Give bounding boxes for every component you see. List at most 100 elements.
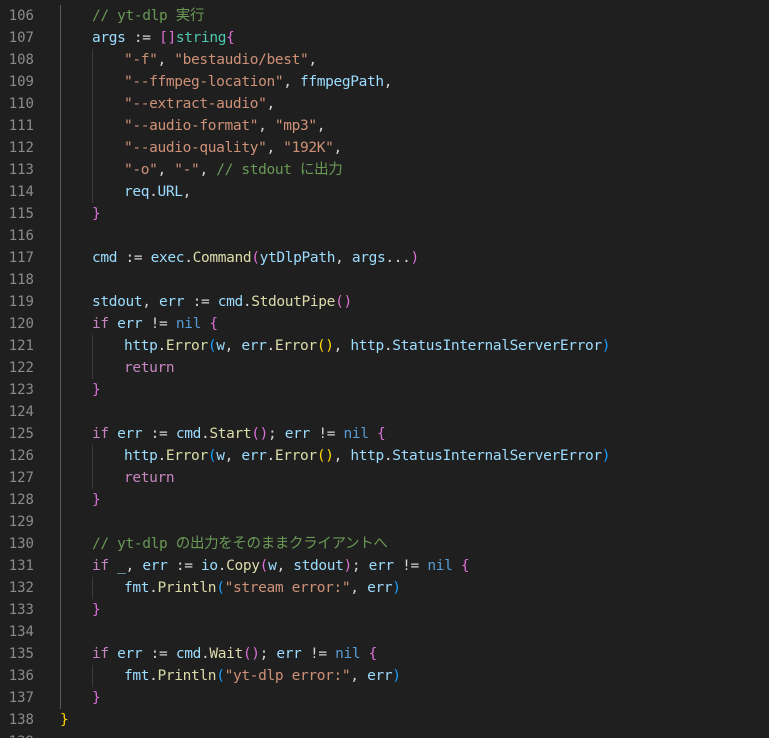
line-number: 133: [8, 602, 34, 618]
code-text[interactable]: "-o", "-", // stdout に出力: [124, 159, 343, 181]
code-text[interactable]: fmt.Println("stream error:", err): [124, 577, 401, 599]
code-text[interactable]: "-f", "bestaudio/best",: [124, 49, 317, 71]
token-br1: (): [316, 448, 334, 464]
code-text[interactable]: http.Error(w, err.Error(), http.StatusIn…: [124, 335, 611, 357]
code-text[interactable]: http.Error(w, err.Error(), http.StatusIn…: [124, 445, 611, 467]
code-text[interactable]: }: [92, 687, 101, 709]
token-op: .: [149, 184, 158, 200]
code-line[interactable]: 129: [0, 511, 769, 533]
code-line[interactable]: 120 if err != nil {: [0, 313, 769, 335]
line-number: 135: [8, 646, 34, 662]
token-func: Error: [165, 338, 208, 354]
code-text[interactable]: return: [124, 467, 175, 489]
code-text[interactable]: if err := cmd.Start(); err != nil {: [92, 423, 386, 445]
code-line[interactable]: 127 return: [0, 467, 769, 489]
line-number: 134: [8, 624, 34, 640]
code-line[interactable]: 136 fmt.Println("yt-dlp error:", err): [0, 665, 769, 687]
code-text[interactable]: if err != nil {: [92, 313, 218, 335]
code-line[interactable]: 137}: [0, 687, 769, 709]
code-text[interactable]: // yt-dlp 実行: [92, 5, 204, 27]
code-line[interactable]: 108 "-f", "bestaudio/best",: [0, 49, 769, 71]
code-text[interactable]: args := []string{: [92, 27, 235, 49]
code-line[interactable]: 138}: [0, 709, 769, 731]
token-func: Error: [274, 338, 317, 354]
token-op: :=: [142, 426, 176, 442]
code-text[interactable]: cmd := exec.Command(ytDlpPath, args...): [92, 247, 419, 269]
line-number: 132: [8, 580, 34, 596]
token-var: http: [350, 338, 384, 354]
code-line[interactable]: 134: [0, 621, 769, 643]
code-line[interactable]: 110 "--extract-audio",: [0, 93, 769, 115]
token-br2: (): [335, 294, 352, 310]
token-op: .: [383, 448, 393, 464]
code-line[interactable]: 133}: [0, 599, 769, 621]
code-line[interactable]: 119 stdout, err := cmd.StdoutPipe(): [0, 291, 769, 313]
token-var: cmd: [175, 646, 201, 662]
line-number: 128: [8, 492, 34, 508]
token-func: Start: [209, 426, 252, 442]
code-line[interactable]: 114 req.URL,: [0, 181, 769, 203]
token-op: ,: [224, 448, 242, 464]
code-line[interactable]: 125 if err := cmd.Start(); err != nil {: [0, 423, 769, 445]
code-line[interactable]: 117 cmd := exec.Command(ytDlpPath, args..…: [0, 247, 769, 269]
code-line[interactable]: 107 args := []string{: [0, 27, 769, 49]
code-line[interactable]: 106 // yt-dlp 実行: [0, 5, 769, 27]
code-line[interactable]: 116: [0, 225, 769, 247]
code-text[interactable]: "--ffmpeg-location", ffmpegPath,: [124, 71, 393, 93]
code-text[interactable]: req.URL,: [124, 181, 191, 203]
code-text[interactable]: fmt.Println("yt-dlp error:", err): [124, 665, 401, 687]
code-text[interactable]: if err := cmd.Wait(); err != nil {: [92, 643, 377, 665]
token-var: _: [117, 558, 126, 574]
code-text[interactable]: if _, err := io.Copy(w, stdout); err != …: [92, 555, 470, 577]
code-text[interactable]: // yt-dlp の出力をそのままクライアントへ: [92, 533, 388, 555]
token-br3: ): [601, 338, 611, 354]
code-text[interactable]: }: [60, 709, 69, 731]
token-var: fmt: [124, 580, 150, 596]
code-text[interactable]: }: [92, 599, 101, 621]
token-br2: }: [92, 382, 101, 398]
token-op: ,: [199, 162, 217, 178]
code-text[interactable]: "--audio-format", "mp3",: [124, 115, 326, 137]
code-line[interactable]: 121 http.Error(w, err.Error(), http.Statu…: [0, 335, 769, 357]
token-op: ,: [308, 52, 317, 68]
token-var: fmt: [124, 668, 150, 684]
code-line[interactable]: 132 fmt.Println("stream error:", err): [0, 577, 769, 599]
code-text[interactable]: stdout, err := cmd.StdoutPipe(): [92, 291, 352, 313]
code-text[interactable]: "--extract-audio",: [124, 93, 275, 115]
code-text[interactable]: }: [92, 489, 101, 511]
code-line[interactable]: 112 "--audio-quality", "192K",: [0, 137, 769, 159]
token-br1: (): [316, 338, 334, 354]
code-editor[interactable]: 106// yt-dlp 実行 107 args := []string{108 "-…: [0, 0, 769, 738]
code-line[interactable]: 122 return: [0, 357, 769, 379]
token-br2: {: [226, 30, 235, 46]
code-line[interactable]: 135 if err := cmd.Wait(); err != nil {: [0, 643, 769, 665]
code-line[interactable]: 113 "-o", "-", // stdout に出力: [0, 159, 769, 181]
token-var: ffmpegPath: [299, 74, 384, 90]
token-br3: (: [207, 338, 217, 354]
code-text[interactable]: }: [92, 379, 101, 401]
line-number: 107: [8, 30, 34, 46]
code-line[interactable]: 111 "--audio-format", "mp3",: [0, 115, 769, 137]
code-line[interactable]: 115}: [0, 203, 769, 225]
token-str: "bestaudio/best": [174, 52, 309, 68]
code-line[interactable]: 124: [0, 401, 769, 423]
code-line[interactable]: 109 "--ffmpeg-location", ffmpegPath,: [0, 71, 769, 93]
token-op: ,: [224, 338, 242, 354]
code-line[interactable]: 126 http.Error(w, err.Error(), http.Statu…: [0, 445, 769, 467]
token-op: :=: [184, 294, 218, 310]
token-var: StatusInternalServerError: [392, 338, 602, 354]
code-text[interactable]: }: [92, 203, 101, 225]
token-kw: if: [92, 558, 109, 574]
code-text[interactable]: return: [124, 357, 175, 379]
code-line[interactable]: 130 // yt-dlp の出力をそのままクライアントへ: [0, 533, 769, 555]
line-number: 130: [8, 536, 34, 552]
code-text[interactable]: "--audio-quality", "192K",: [124, 137, 342, 159]
code-line[interactable]: 118: [0, 269, 769, 291]
line-number: 125: [8, 426, 34, 442]
code-line[interactable]: 123}: [0, 379, 769, 401]
code-line[interactable]: 128}: [0, 489, 769, 511]
code-line[interactable]: 139: [0, 731, 769, 738]
line-number: 109: [8, 74, 34, 90]
code-line[interactable]: 131 if _, err := io.Copy(w, stdout); err …: [0, 555, 769, 577]
token-var: w: [216, 448, 225, 464]
